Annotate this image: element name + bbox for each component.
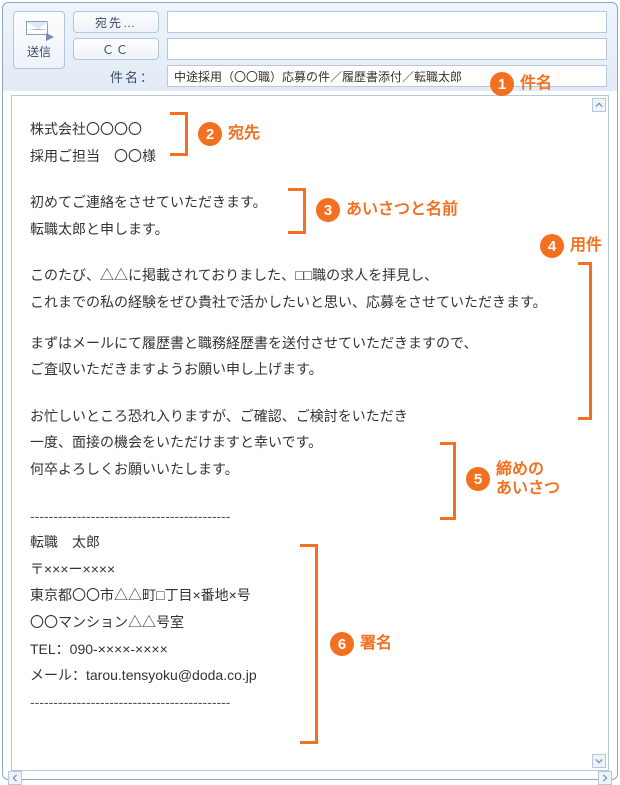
horizontal-scrollbar: [8, 771, 612, 780]
compose-header: 送信 宛先… ＣＣ 件名：: [3, 3, 617, 91]
scroll-left-button[interactable]: [8, 771, 22, 780]
subject-label: 件名：: [73, 67, 159, 86]
email-compose-window: 送信 宛先… ＣＣ 件名：: [2, 2, 618, 780]
scroll-right-button[interactable]: [598, 771, 612, 780]
send-icon: [26, 21, 52, 39]
send-button[interactable]: 送信: [13, 11, 65, 69]
send-label: 送信: [27, 43, 51, 60]
scroll-up-button[interactable]: [592, 98, 606, 112]
subject-input[interactable]: [167, 65, 607, 87]
body-greeting: 初めてご連絡をさせていただきます。 転職太郎と申します。: [30, 189, 586, 242]
body-closing: お忙しいところ恐れ入りますが、ご確認、ご検討をいただき 一度、面接の機会をいただ…: [30, 403, 586, 483]
cc-button[interactable]: ＣＣ: [73, 38, 159, 60]
message-body[interactable]: 株式会社〇〇〇〇 採用ご担当 〇〇様 初めてご連絡をさせていただきます。 転職太…: [11, 95, 609, 771]
body-purpose: このたび、△△に掲載されておりました、□□職の求人を拝見し、 これまでの私の経験…: [30, 262, 586, 382]
to-input[interactable]: [167, 11, 607, 33]
body-addressee: 株式会社〇〇〇〇 採用ご担当 〇〇様: [30, 116, 586, 169]
cc-input[interactable]: [167, 38, 607, 60]
body-signature: ----------------------------------------…: [30, 503, 586, 716]
scroll-down-button[interactable]: [592, 754, 606, 768]
to-button[interactable]: 宛先…: [73, 11, 159, 33]
